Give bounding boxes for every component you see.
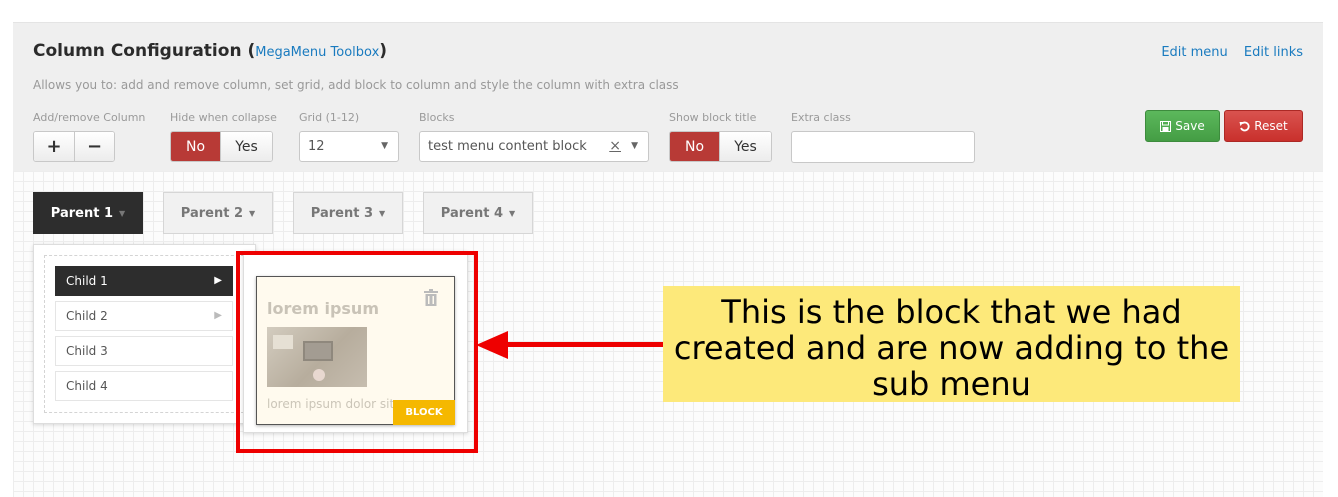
show-title-toggle: No Yes [669,131,772,162]
caret-right-icon: ▶ [214,310,222,321]
megamenu-toolbox-link[interactable]: MegaMenu Toolbox [255,45,379,60]
save-button[interactable]: Save [1145,110,1220,142]
caret-right-icon: ▶ [214,275,222,286]
hide-collapse-toggle: No Yes [170,131,273,162]
save-label: Save [1175,119,1205,133]
child-item-label: Child 4 [66,379,108,393]
extra-class-label: Extra class [791,111,851,124]
child-item-2[interactable]: Child 2 ▶ [55,301,233,331]
add-remove-buttons: + − [33,131,115,162]
caret-down-icon: ▼ [249,208,256,218]
annotation-line-1: This is the block that we had [721,293,1182,331]
remove-column-button[interactable]: − [74,132,114,161]
child-item-1[interactable]: Child 1 ▶ [55,266,233,296]
parent-tab-4[interactable]: Parent 4 ▼ [423,192,533,234]
reset-label: Reset [1254,119,1288,133]
child-item-3[interactable]: Child 3 [55,336,233,366]
child-item-label: Child 3 [66,344,108,358]
edit-links-link[interactable]: Edit links [1244,45,1303,60]
edit-menu-link[interactable]: Edit menu [1161,45,1227,60]
submenu-column: Child 1 ▶ Child 2 ▶ Child 3 Child 4 [44,255,244,413]
parent-tab-2[interactable]: Parent 2 ▼ [163,192,273,234]
grid-select[interactable]: 12 ▼ [299,131,399,162]
parent-tab-label: Parent 4 [440,205,504,221]
add-remove-label: Add/remove Column [33,111,146,124]
blocks-select[interactable]: test menu content block × ▼ [419,131,649,162]
hide-no-button[interactable]: No [171,132,220,161]
show-no-button[interactable]: No [670,132,719,161]
parent-tab-label: Parent 1 [50,205,114,221]
grid-label: Grid (1-12) [299,111,360,124]
hide-collapse-label: Hide when collapse [170,111,277,124]
highlight-box [236,251,478,453]
paren-close: ) [379,41,388,61]
column-configuration-panel: Column Configuration (MegaMenu Toolbox) … [13,22,1323,171]
parent-tab-3[interactable]: Parent 3 ▼ [293,192,403,234]
annotation-line-2: created and are now adding to the [673,329,1230,367]
caret-down-icon: ▼ [119,208,126,218]
clear-selection-icon[interactable]: × [609,138,621,154]
title-text: Column Configuration [33,41,242,61]
config-description: Allows you to: add and remove column, se… [33,78,679,92]
parent-tab-label: Parent 3 [310,205,374,221]
hide-yes-button[interactable]: Yes [220,132,272,161]
caret-down-icon: ▼ [379,208,386,218]
blocks-select-value: test menu content block [428,139,587,154]
add-column-button[interactable]: + [34,132,74,161]
extra-class-input[interactable] [791,131,975,163]
undo-icon [1239,121,1250,131]
child-item-4[interactable]: Child 4 [55,371,233,401]
caret-down-icon: ▼ [381,141,388,151]
blocks-label: Blocks [419,111,455,124]
submenu-panel: Child 1 ▶ Child 2 ▶ Child 3 Child 4 [33,244,256,424]
grid-select-value: 12 [308,139,325,154]
page-title: Column Configuration (MegaMenu Toolbox) [33,41,387,61]
parent-tab-1[interactable]: Parent 1 ▼ [33,192,143,234]
top-links: Edit menu Edit links [1149,45,1303,60]
parent-tab-label: Parent 2 [180,205,244,221]
show-yes-button[interactable]: Yes [719,132,771,161]
caret-down-icon: ▼ [631,141,638,151]
show-title-label: Show block title [669,111,757,124]
annotation-line-3: sub menu [872,365,1031,403]
reset-button[interactable]: Reset [1224,110,1303,142]
child-item-label: Child 2 [66,309,108,323]
child-item-label: Child 1 [66,274,108,288]
floppy-disk-icon [1160,120,1172,132]
arrow-left-icon [476,331,666,359]
annotation-callout: This is the block that we had created an… [663,286,1240,402]
caret-down-icon: ▼ [509,208,516,218]
